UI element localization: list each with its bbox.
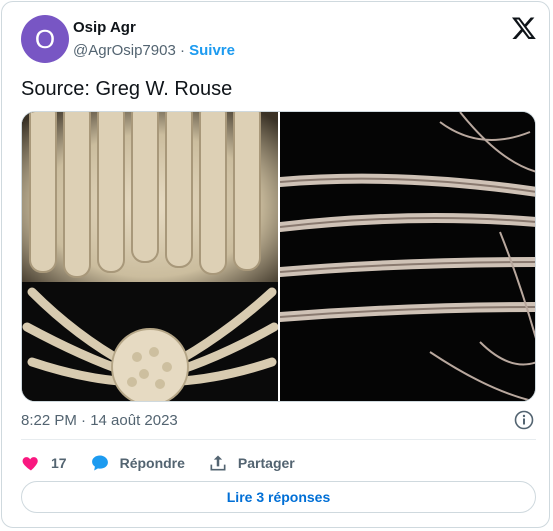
crinoid-arms-photo[interactable]	[280, 112, 536, 402]
x-logo-icon[interactable]	[511, 15, 537, 41]
divider	[21, 439, 536, 440]
like-button[interactable]: 17	[21, 453, 67, 473]
action-bar: 17 Répondre Partager	[21, 451, 318, 475]
tweet-card: O Osip Agr @AgrOsip7903 · Suivre Source:…	[1, 1, 550, 528]
read-replies-button[interactable]: Lire 3 réponses	[21, 481, 536, 513]
crinoid-underside-photo[interactable]	[22, 112, 278, 402]
reply-label: Répondre	[119, 455, 185, 471]
author-name[interactable]: Osip Agr	[73, 19, 136, 36]
reply-bubble-icon	[91, 455, 108, 471]
avatar[interactable]: O	[21, 15, 69, 63]
follow-button[interactable]: Suivre	[189, 42, 235, 59]
media-grid[interactable]	[21, 111, 536, 402]
tweet-text: Source: Greg W. Rouse	[21, 78, 233, 100]
like-count: 17	[51, 455, 67, 471]
share-label: Partager	[237, 455, 295, 471]
reply-button[interactable]: Répondre	[90, 453, 185, 473]
author-handle[interactable]: @AgrOsip7903	[73, 42, 176, 59]
info-icon[interactable]	[514, 410, 534, 430]
share-button[interactable]: Partager	[208, 453, 295, 473]
share-icon	[210, 455, 226, 471]
separator: ·	[179, 42, 185, 59]
heart-icon	[22, 457, 38, 471]
timestamp[interactable]: 8:22 PM · 14 août 2023	[21, 412, 178, 429]
author-handle-row: @AgrOsip7903 · Suivre	[73, 42, 235, 59]
